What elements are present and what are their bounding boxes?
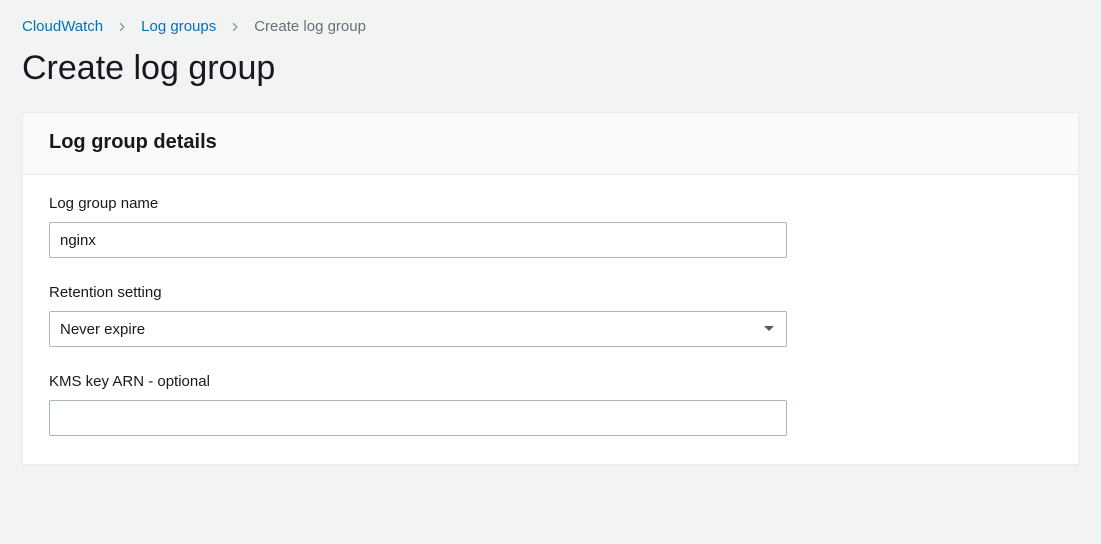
kms-key-arn-input[interactable] bbox=[49, 400, 787, 436]
breadcrumb-log-groups[interactable]: Log groups bbox=[141, 18, 216, 35]
label-log-group-name: Log group name bbox=[49, 195, 1052, 212]
field-retention-setting: Retention setting Never expire bbox=[49, 284, 1052, 347]
breadcrumb: CloudWatch Log groups Create log group bbox=[0, 0, 1101, 35]
panel-title: Log group details bbox=[49, 131, 1052, 154]
chevron-right-icon bbox=[117, 22, 127, 32]
log-group-details-panel: Log group details Log group name Retenti… bbox=[22, 112, 1079, 465]
label-retention-setting: Retention setting bbox=[49, 284, 1052, 301]
panel-body: Log group name Retention setting Never e… bbox=[23, 175, 1078, 464]
panel-header: Log group details bbox=[23, 113, 1078, 175]
field-log-group-name: Log group name bbox=[49, 195, 1052, 258]
page-title: Create log group bbox=[0, 35, 1101, 112]
breadcrumb-cloudwatch[interactable]: CloudWatch bbox=[22, 18, 103, 35]
retention-select-wrap: Never expire bbox=[49, 311, 787, 347]
chevron-right-icon bbox=[230, 22, 240, 32]
retention-select[interactable]: Never expire bbox=[49, 311, 787, 347]
field-kms-key-arn: KMS key ARN - optional bbox=[49, 373, 1052, 436]
breadcrumb-current: Create log group bbox=[254, 18, 366, 35]
label-kms-key-arn: KMS key ARN - optional bbox=[49, 373, 1052, 390]
log-group-name-input[interactable] bbox=[49, 222, 787, 258]
retention-selected-value: Never expire bbox=[60, 321, 145, 338]
